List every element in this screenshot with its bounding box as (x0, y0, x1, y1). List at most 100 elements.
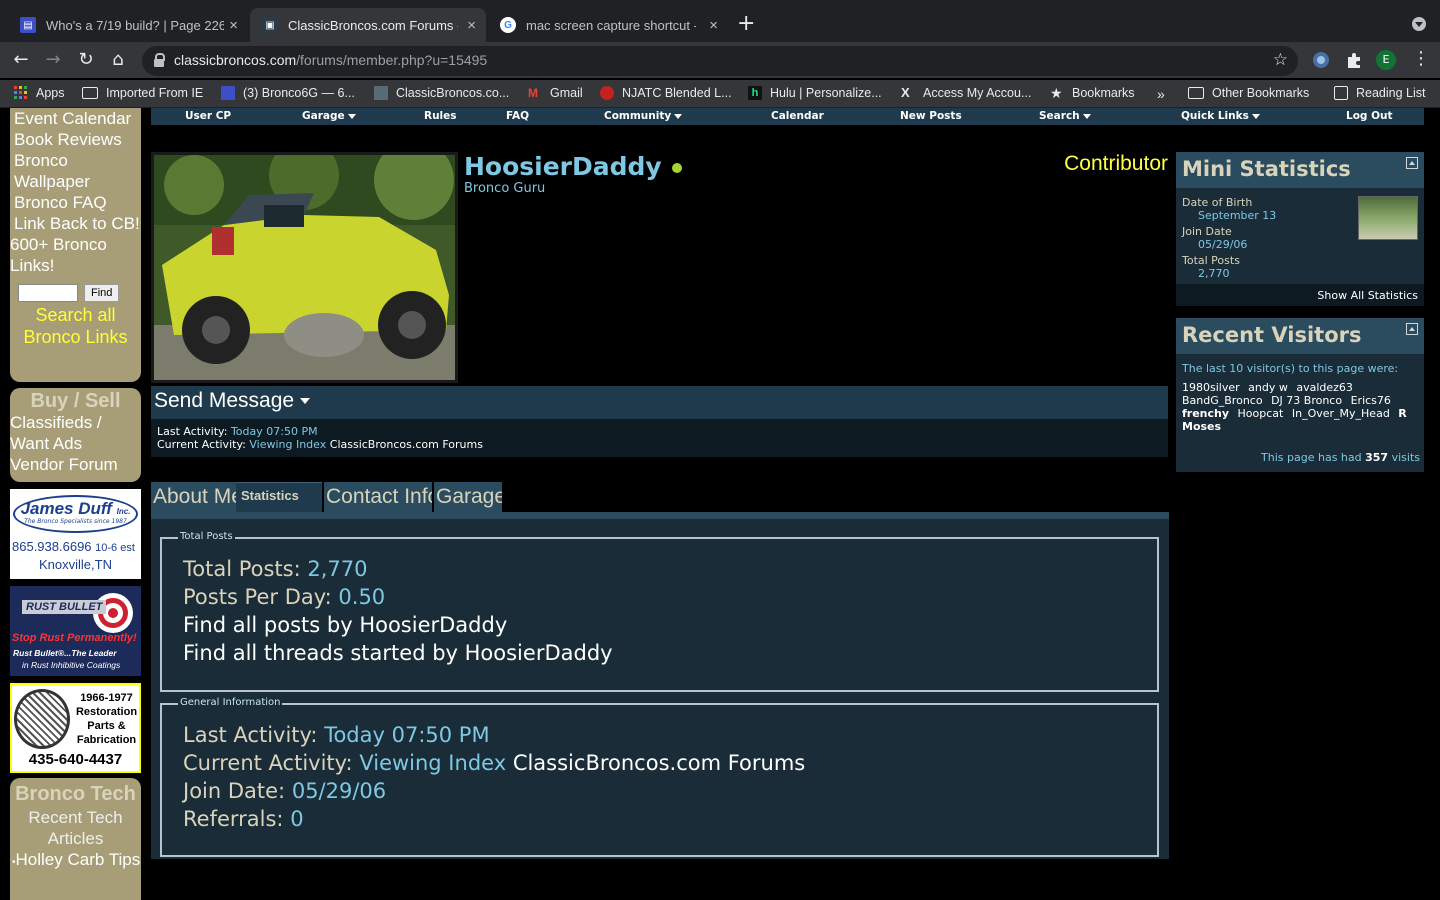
left-sidebar: Event Calendar Book Reviews Bronco Wallp… (10, 108, 141, 900)
back-arrow-icon[interactable]: ← (10, 49, 32, 71)
forward-arrow-icon[interactable]: → (42, 49, 64, 71)
tab-about-me[interactable]: About Me (151, 482, 236, 512)
visitor-link[interactable]: Erics76 (1351, 394, 1391, 407)
ad-james-duff[interactable]: James Duff Inc. The Bronco Specialists s… (10, 489, 141, 579)
ad-rust-bullet[interactable]: RUST BULLET Stop Rust Permanently! Rust … (10, 586, 141, 676)
link-bronco-faq[interactable]: Bronco FAQ (10, 192, 141, 213)
tech-article-title: Holley Carb Tips (15, 850, 141, 869)
show-all-statistics-link[interactable]: Show All Statistics (1176, 284, 1424, 306)
link-event-calendar[interactable]: Event Calendar (10, 108, 141, 129)
profile-picture[interactable] (151, 140, 458, 383)
visitor-link[interactable]: In_Over_My_Head (1292, 407, 1390, 420)
profile-avatar[interactable]: E (1376, 50, 1396, 70)
new-tab-button[interactable]: + (737, 12, 755, 36)
bookmark-bookmarks[interactable]: ★ Bookmarks (1050, 86, 1135, 100)
bookmark-access-account[interactable]: X Access My Accou... (901, 85, 1031, 101)
current-activity-site[interactable]: ClassicBroncos.com Forums (330, 438, 483, 451)
folder-icon (82, 87, 98, 99)
tab-search-icon[interactable] (1412, 17, 1426, 31)
bookmark-hulu[interactable]: h Hulu | Personalize... (748, 86, 882, 100)
address-bar[interactable]: classicbroncos.com/forums/member.php?u=1… (142, 46, 1298, 76)
url-text[interactable]: classicbroncos.com/forums/member.php?u=1… (174, 52, 487, 68)
tech-article-link[interactable]: •Holley Carb Tips (10, 849, 141, 873)
tab-garage[interactable]: Garage (434, 482, 502, 512)
extensions-puzzle-icon[interactable] (1345, 51, 1363, 69)
last-activity-value: Today 07:50 PM (230, 425, 318, 438)
current-activity-link[interactable]: Viewing Index (249, 438, 326, 451)
nav-faq[interactable]: FAQ (506, 110, 529, 122)
bookmark-classicbroncos[interactable]: ClassicBroncos.co... (374, 86, 509, 100)
tab-contact-info[interactable]: Contact Info (324, 482, 432, 512)
close-tab-icon[interactable]: × (467, 17, 476, 34)
bookmark-njatc[interactable]: NJATC Blended L... (600, 86, 732, 100)
browser-tab[interactable]: G mac screen capture shortcut - Google S… (488, 8, 728, 42)
nav-search[interactable]: Search (1039, 110, 1091, 122)
gmail-icon: M (528, 86, 538, 100)
link-vendor-forum[interactable]: Vendor Forum (10, 454, 141, 475)
buy-sell-box: Buy / Sell Classifieds / Want Ads Vendor… (10, 388, 141, 482)
nav-rules[interactable]: Rules (424, 110, 457, 122)
visitor-link[interactable]: frenchy (1182, 407, 1229, 420)
gi-current-activity-link[interactable]: Viewing Index (359, 751, 506, 775)
browser-tab[interactable]: ▤ Who's a 7/19 build? | Page 226 × (8, 8, 248, 42)
offroad-seal-icon (14, 689, 70, 749)
reading-list[interactable]: Reading List (1334, 86, 1426, 100)
visitor-link[interactable]: Hoopcat (1238, 407, 1284, 420)
buy-sell-heading: Buy / Sell (30, 390, 121, 412)
send-message-dropdown[interactable]: Send Message (154, 389, 310, 413)
avatar-thumbnail[interactable] (1358, 196, 1418, 240)
nav-community[interactable]: Community (604, 110, 682, 122)
reload-icon[interactable]: ↻ (75, 49, 97, 71)
visit-count-suffix: visits (1391, 451, 1420, 464)
link-book-reviews[interactable]: Book Reviews (10, 129, 141, 150)
bookmark-other[interactable]: Other Bookmarks (1188, 86, 1309, 100)
bookmark-label: Other Bookmarks (1212, 86, 1310, 100)
close-tab-icon[interactable]: × (229, 17, 238, 34)
x-favicon-icon: X (901, 85, 910, 100)
nav-log-out[interactable]: Log Out (1346, 110, 1393, 122)
link-600-bronco-links[interactable]: 600+ Bronco Links! (10, 234, 141, 276)
gi-current-activity-site[interactable]: ClassicBroncos.com Forums (513, 751, 805, 775)
link-bronco-wallpaper[interactable]: Bronco Wallpaper (10, 150, 141, 192)
collapse-icon[interactable] (1406, 323, 1418, 335)
rust-bullet-logo: RUST BULLET (22, 600, 107, 614)
bookmark-star-icon[interactable]: ☆ (1273, 50, 1288, 70)
browser-menu-icon[interactable]: ⋮ (1412, 48, 1430, 69)
browser-tab-active[interactable]: ▣ ClassicBroncos.com Forums - View Profi… (250, 8, 486, 42)
home-icon[interactable]: ⌂ (107, 49, 129, 71)
tab-statistics[interactable]: Statistics (236, 482, 322, 512)
visit-count-prefix: This page has had (1261, 451, 1362, 464)
james-duff-hours: 10-6 est (95, 542, 135, 554)
bookmarks-overflow-chevron-icon[interactable]: » (1157, 86, 1165, 102)
visitor-link[interactable]: BandG_Bronco (1182, 394, 1263, 407)
link-classifieds[interactable]: Classifieds / Want Ads (10, 412, 141, 454)
nav-new-posts[interactable]: New Posts (900, 110, 962, 122)
links-box: Event Calendar Book Reviews Bronco Wallp… (10, 108, 141, 382)
right-sidebar: Mini Statistics Date of Birth September … (1176, 152, 1424, 472)
nav-garage[interactable]: Garage (302, 110, 356, 122)
nav-user-cp[interactable]: User CP (185, 110, 231, 122)
nav-calendar[interactable]: Calendar (771, 110, 824, 122)
bookmark-apps[interactable]: Apps (14, 86, 65, 100)
search-all-bronco-links[interactable]: Search all Bronco Links (10, 304, 141, 348)
visitor-link[interactable]: 1980silver (1182, 381, 1240, 394)
collapse-icon[interactable] (1406, 157, 1418, 169)
bronco6g-favicon-icon (221, 86, 235, 100)
lock-icon[interactable] (154, 53, 165, 67)
find-all-posts-link[interactable]: Find all posts by HoosierDaddy (183, 611, 1157, 639)
bookmark-folder-ie[interactable]: Imported From IE (82, 86, 203, 100)
visitor-link[interactable]: avaldez63 (1296, 381, 1353, 394)
bookmark-label: Reading List (1356, 86, 1426, 100)
visitor-link[interactable]: andy w (1248, 381, 1288, 394)
link-link-back[interactable]: Link Back to CB! (10, 213, 141, 234)
globe-extension-icon[interactable] (1312, 51, 1330, 69)
visitor-link[interactable]: DJ 73 Bronco (1271, 394, 1342, 407)
ad-restoration-parts[interactable]: 1966-1977 Restoration Parts & Fabricatio… (10, 683, 141, 773)
bookmark-bronco6g[interactable]: (3) Bronco6G — 6... (221, 86, 355, 100)
find-all-threads-link[interactable]: Find all threads started by HoosierDaddy (183, 639, 1157, 667)
close-tab-icon[interactable]: × (709, 17, 718, 34)
nav-quick-links[interactable]: Quick Links (1181, 110, 1260, 122)
link-search-input[interactable] (18, 284, 78, 302)
bookmark-gmail[interactable]: M Gmail (528, 86, 583, 100)
find-button[interactable]: Find (84, 284, 120, 302)
